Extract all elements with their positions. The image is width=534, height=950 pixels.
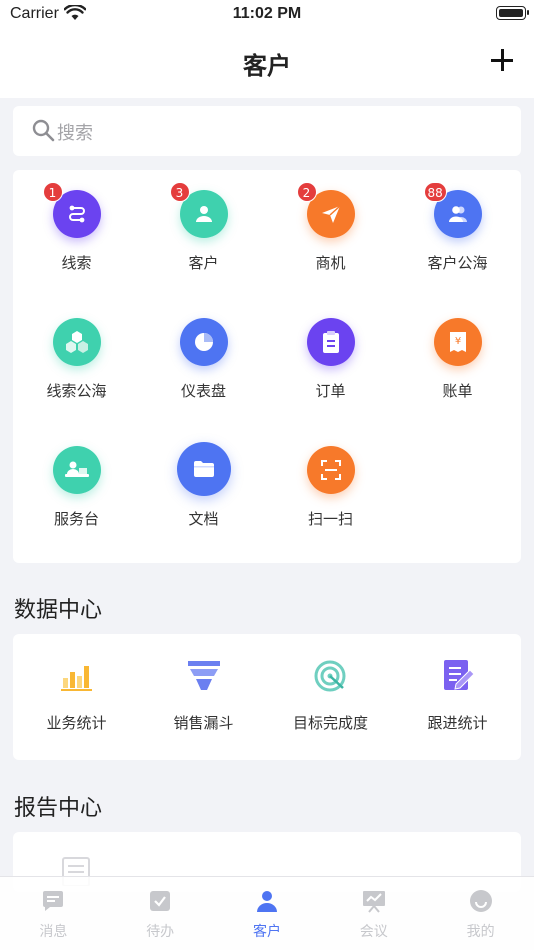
status-bar: Carrier 11:02 PM [0, 0, 534, 30]
data-label: 业务统计 [46, 714, 107, 732]
svg-text:¥: ¥ [454, 336, 460, 347]
tab-todo[interactable]: 待办 [107, 889, 214, 941]
menu-item-scan[interactable]: 扫一扫 [267, 446, 394, 529]
menu-item-service-desk[interactable]: 服务台 [13, 446, 140, 529]
paper-plane-icon: 2 [296, 182, 355, 238]
message-icon [43, 891, 64, 911]
meeting-icon [362, 891, 385, 913]
report-center-title: 报告中心 [14, 796, 103, 821]
menu-item-customer-pool[interactable]: 88 客户公海 [394, 182, 521, 273]
data-label: 目标完成度 [292, 714, 368, 732]
folder-icon [176, 442, 231, 496]
tab-profile[interactable]: 我的 [427, 889, 534, 941]
menu-item-order[interactable]: 订单 [267, 318, 394, 401]
search-placeholder: 搜索 [57, 123, 93, 144]
scan-icon [306, 446, 355, 494]
profile-icon [469, 890, 492, 912]
menu-label: 账单 [442, 382, 473, 400]
bar-chart-icon [60, 666, 92, 691]
menu-item-bill[interactable]: ¥ 账单 [394, 318, 521, 401]
lead-icon: 1 [42, 182, 101, 238]
note-edit-icon [443, 660, 475, 690]
tab-label: 会议 [359, 924, 388, 940]
menu-label: 客户公海 [427, 254, 488, 272]
badge-lead: 1 [42, 182, 63, 202]
page-title: 客户 [243, 52, 291, 80]
funnel-icon [187, 661, 220, 690]
cubes-icon [52, 318, 101, 366]
data-label: 跟进统计 [427, 714, 488, 732]
tab-meeting[interactable]: 会议 [320, 889, 427, 941]
service-desk-icon [52, 446, 101, 494]
menu-label: 订单 [315, 382, 346, 400]
badge-customer: 3 [169, 182, 190, 202]
data-label: 销售漏斗 [173, 714, 234, 732]
data-item-business-stats[interactable]: 业务统计 [13, 658, 140, 733]
clipboard-icon [306, 318, 355, 366]
data-item-sales-funnel[interactable]: 销售漏斗 [140, 658, 267, 733]
badge-opportunity: 2 [296, 182, 317, 202]
search-icon [32, 119, 55, 142]
function-grid: 1 线索 3 客户 2 商机 88 客户公海 线索公海 仪表盘 订单 ¥ 账单 … [13, 170, 521, 563]
tab-label: 客户 [252, 924, 281, 940]
menu-label: 文档 [188, 510, 219, 528]
data-item-goal-completion[interactable]: 目标完成度 [267, 658, 394, 733]
tab-label: 待办 [146, 924, 175, 940]
menu-item-lead[interactable]: 1 线索 [13, 182, 140, 273]
customer-icon: 3 [169, 182, 228, 238]
pie-chart-icon [179, 318, 228, 366]
data-center-title: 数据中心 [14, 598, 103, 623]
todo-icon [150, 891, 171, 911]
target-icon [314, 660, 345, 692]
menu-label: 仪表盘 [180, 382, 226, 400]
search-input[interactable]: 搜索 [13, 106, 521, 156]
person-icon [256, 891, 277, 912]
menu-item-lead-pool[interactable]: 线索公海 [13, 318, 140, 401]
tab-messages[interactable]: 消息 [0, 889, 107, 941]
tab-label: 我的 [466, 924, 495, 940]
menu-label: 扫一扫 [307, 510, 353, 528]
battery-icon [496, 6, 529, 20]
data-item-follow-up-stats[interactable]: 跟进统计 [394, 658, 521, 733]
receipt-icon: ¥ [433, 318, 482, 366]
menu-item-customer[interactable]: 3 客户 [140, 182, 267, 273]
menu-label: 服务台 [53, 510, 99, 528]
menu-label: 线索 [61, 254, 92, 272]
tab-bar: 消息 待办 客户 会议 我的 [0, 876, 534, 950]
menu-item-dashboard[interactable]: 仪表盘 [140, 318, 267, 401]
data-center-card: 业务统计 销售漏斗 目标完成度 跟进统计 [13, 634, 521, 760]
menu-label: 商机 [315, 254, 346, 272]
menu-item-opportunity[interactable]: 2 商机 [267, 182, 394, 273]
menu-label: 客户 [188, 254, 219, 272]
tab-customer[interactable]: 客户 [214, 889, 321, 941]
menu-label: 线索公海 [46, 382, 107, 400]
nav-bar: 客户 [0, 30, 534, 98]
badge-customer-pool: 88 [423, 182, 447, 202]
tab-label: 消息 [39, 924, 68, 940]
add-icon[interactable] [490, 48, 514, 72]
menu-item-document[interactable]: 文档 [140, 442, 267, 529]
customer-pool-icon: 88 [423, 182, 482, 238]
clock: 11:02 PM [232, 5, 302, 22]
